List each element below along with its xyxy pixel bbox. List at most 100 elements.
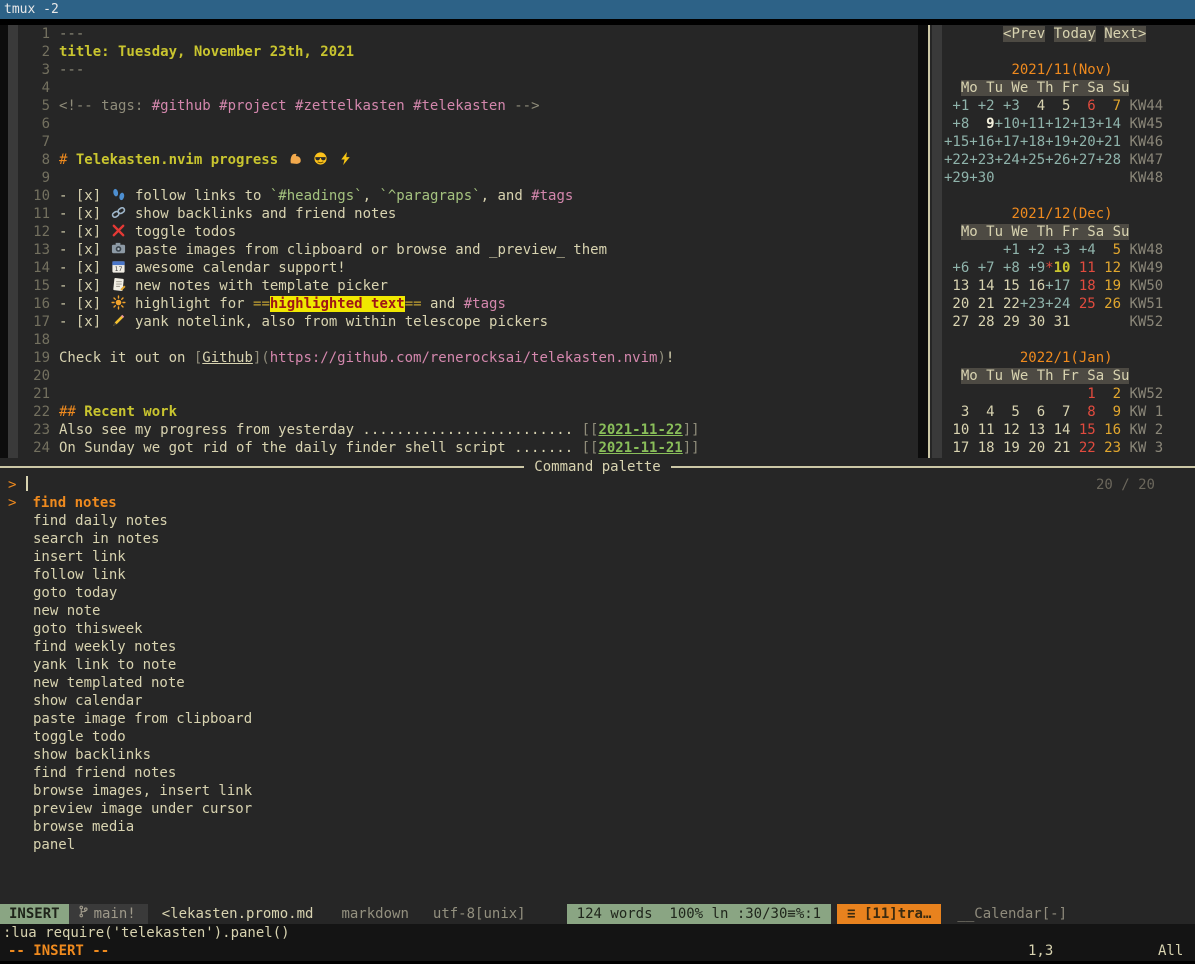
calendar-line bbox=[944, 331, 1163, 349]
palette-item[interactable]: show backlinks bbox=[8, 746, 252, 764]
palette-item[interactable]: show calendar bbox=[8, 692, 252, 710]
editor-line[interactable]: 9 bbox=[18, 169, 700, 187]
calendar-days[interactable]: 5 bbox=[1096, 242, 1121, 258]
calendar-days[interactable]: +15+16+17+18+19+20+21 bbox=[944, 134, 1121, 150]
calendar-days[interactable]: +10+11+12+13+14 bbox=[995, 116, 1121, 132]
calendar-days[interactable]: +23+24 bbox=[1020, 296, 1071, 312]
editor-line[interactable]: 6 bbox=[18, 115, 700, 133]
calendar-days[interactable]: 7 bbox=[1096, 98, 1121, 114]
editor-line[interactable]: 22## Recent work bbox=[18, 403, 700, 421]
palette-item[interactable]: goto thisweek bbox=[8, 620, 252, 638]
palette-item[interactable]: goto today bbox=[8, 584, 252, 602]
palette-item[interactable]: insert link bbox=[8, 548, 252, 566]
editor-line[interactable]: 2title: Tuesday, November 23th, 2021 bbox=[18, 43, 700, 61]
link-text[interactable]: Github bbox=[202, 350, 253, 366]
calendar-days[interactable]: +22+23+24+25+26+27+28 bbox=[944, 152, 1121, 168]
editor-line[interactable]: 11- [x] show backlinks and friend notes bbox=[18, 205, 700, 223]
calendar-days[interactable]: +29+30 bbox=[944, 170, 995, 186]
palette-item[interactable]: toggle todo bbox=[8, 728, 252, 746]
editor-line[interactable]: 18 bbox=[18, 331, 700, 349]
buffer-tab[interactable]: ≡ [11]tra… bbox=[837, 904, 941, 924]
calendar-prev-button[interactable]: <Prev bbox=[1003, 26, 1045, 42]
calendar-days[interactable]: 23 bbox=[1096, 440, 1121, 456]
calendar-next-button[interactable]: Next> bbox=[1104, 26, 1146, 42]
date-wikilink[interactable]: 2021-11-22 bbox=[598, 422, 682, 438]
calendar-days[interactable]: 9 bbox=[1096, 404, 1121, 420]
calendar-days[interactable]: 15 bbox=[1070, 422, 1095, 438]
editor-line[interactable]: 14- [x] 17 awesome calendar support! bbox=[18, 259, 700, 277]
palette-item[interactable]: preview image under cursor bbox=[8, 800, 252, 818]
calendar-days[interactable]: 13 14 15 16 bbox=[944, 278, 1045, 294]
calendar-days[interactable]: 2 bbox=[1096, 386, 1121, 402]
palette-item[interactable]: yank link to note bbox=[8, 656, 252, 674]
editor-line[interactable]: 15- [x] new notes with template picker bbox=[18, 277, 700, 295]
command-line[interactable]: :lua require('telekasten').panel() bbox=[0, 924, 1195, 942]
palette-item[interactable]: find friend notes bbox=[8, 764, 252, 782]
palette-item[interactable]: new templated note bbox=[8, 674, 252, 692]
body-text bbox=[329, 152, 337, 168]
line-number: 13 bbox=[18, 241, 50, 259]
calendar-days[interactable]: 9 bbox=[969, 116, 994, 132]
editor-line[interactable]: 3--- bbox=[18, 61, 700, 79]
calendar-today-button[interactable]: Today bbox=[1054, 26, 1096, 42]
body-text: , and bbox=[481, 188, 532, 204]
palette-item[interactable]: panel bbox=[8, 836, 252, 854]
editor-line[interactable]: 23Also see my progress from yesterday ..… bbox=[18, 421, 700, 439]
editor-line[interactable]: 19Check it out on [Github](https://githu… bbox=[18, 349, 700, 367]
editor-line[interactable]: 21 bbox=[18, 385, 700, 403]
calendar-line: 17 18 19 20 21 22 23 KW 3 bbox=[944, 439, 1163, 457]
editor-line[interactable]: 12- [x] toggle todos bbox=[18, 223, 700, 241]
calendar-window[interactable]: <Prev Today Next> 2021/11(Nov) Mo Tu We … bbox=[944, 25, 1163, 457]
calendar-days[interactable]: 25 bbox=[1070, 296, 1095, 312]
editor-line[interactable]: 13- [x] paste images from clipboard or b… bbox=[18, 241, 700, 259]
editor-line[interactable]: 1--- bbox=[18, 25, 700, 43]
calendar-days[interactable]: 1 bbox=[1070, 386, 1095, 402]
editor-window[interactable]: 1---2title: Tuesday, November 23th, 2021… bbox=[18, 25, 700, 457]
palette-item[interactable]: new note bbox=[8, 602, 252, 620]
calendar-days[interactable]: 4 5 bbox=[1020, 98, 1071, 114]
palette-item[interactable]: browse images, insert link bbox=[8, 782, 252, 800]
calendar-days[interactable]: +1 +2 +3 bbox=[944, 98, 1020, 114]
editor-line[interactable]: 7 bbox=[18, 133, 700, 151]
editor-line[interactable]: 24On Sunday we got rid of the daily find… bbox=[18, 439, 700, 457]
calendar-days[interactable]: 12 bbox=[1096, 260, 1121, 276]
calendar-days[interactable]: 16 bbox=[1096, 422, 1121, 438]
calendar-spacing bbox=[944, 368, 961, 384]
editor-line[interactable]: 8# Telekasten.nvim progress bbox=[18, 151, 700, 169]
calendar-days[interactable]: 22 bbox=[1070, 440, 1095, 456]
palette-item[interactable]: browse media bbox=[8, 818, 252, 836]
calendar-days[interactable]: +17 bbox=[1045, 278, 1070, 294]
palette-item[interactable]: follow link bbox=[8, 566, 252, 584]
calendar-days[interactable]: 10 11 12 13 14 bbox=[944, 422, 1070, 438]
editor-line[interactable]: 10- [x] follow links to `#headings`, `^p… bbox=[18, 187, 700, 205]
calendar-days[interactable]: 10 bbox=[1054, 260, 1071, 276]
editor-line[interactable]: 16- [x] highlight for ==highlighted text… bbox=[18, 295, 700, 313]
palette-item[interactable]: find daily notes bbox=[8, 512, 252, 530]
palette-prompt-row[interactable]: > bbox=[8, 476, 252, 494]
palette-selected-item[interactable]: >find notes bbox=[8, 494, 252, 512]
calendar-days[interactable]: 18 bbox=[1070, 278, 1095, 294]
window-separator[interactable] bbox=[928, 25, 930, 458]
calendar-days[interactable]: 6 bbox=[1070, 98, 1095, 114]
calendar-days[interactable]: 27 28 29 30 31 bbox=[944, 314, 1070, 330]
calendar-days[interactable]: +6 +7 +8 +9 bbox=[944, 260, 1045, 276]
editor-line[interactable]: 5<!-- tags: #github #project #zettelkast… bbox=[18, 97, 700, 115]
calendar-days[interactable]: 17 18 19 20 21 bbox=[944, 440, 1070, 456]
palette-item[interactable]: find weekly notes bbox=[8, 638, 252, 656]
palette-item[interactable]: search in notes bbox=[8, 530, 252, 548]
calendar-line: +22+23+24+25+26+27+28 KW47 bbox=[944, 151, 1163, 169]
editor-line[interactable]: 4 bbox=[18, 79, 700, 97]
calendar-days[interactable]: 20 21 22 bbox=[944, 296, 1020, 312]
calendar-days[interactable]: +8 bbox=[944, 116, 969, 132]
calendar-days[interactable]: 19 bbox=[1096, 278, 1121, 294]
calendar-days[interactable]: 26 bbox=[1096, 296, 1121, 312]
text-cursor bbox=[26, 476, 28, 491]
editor-line[interactable]: 17- [x] yank notelink, also from within … bbox=[18, 313, 700, 331]
calendar-days[interactable]: 8 bbox=[1070, 404, 1095, 420]
calendar-days[interactable]: +1 +2 +3 +4 bbox=[995, 242, 1096, 258]
editor-line[interactable]: 20 bbox=[18, 367, 700, 385]
calendar-days[interactable]: 3 4 5 6 7 bbox=[944, 404, 1070, 420]
calendar-days[interactable]: 11 bbox=[1070, 260, 1095, 276]
palette-item[interactable]: paste image from clipboard bbox=[8, 710, 252, 728]
date-wikilink[interactable]: 2021-11-21 bbox=[598, 440, 682, 456]
